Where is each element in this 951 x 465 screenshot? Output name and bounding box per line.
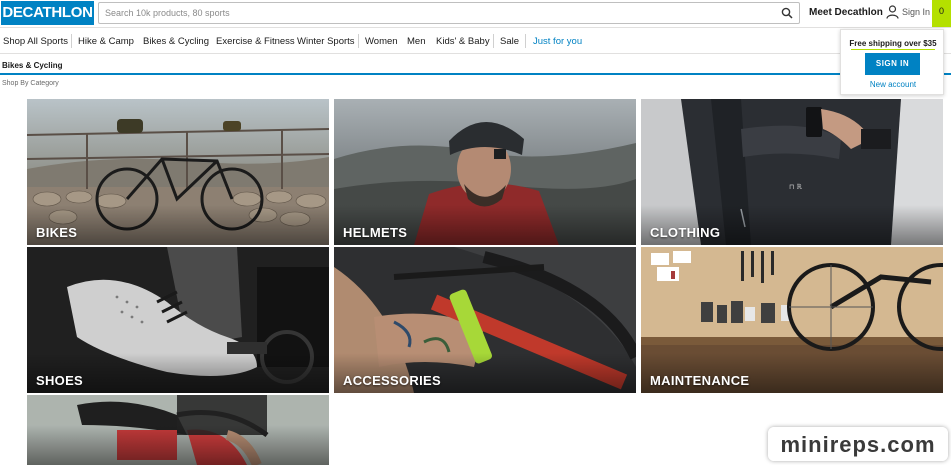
user-icon[interactable] xyxy=(886,5,899,19)
category-tile-partial[interactable] xyxy=(27,395,329,465)
nav-men[interactable]: Men xyxy=(407,36,425,47)
new-account-link[interactable]: New account xyxy=(841,80,945,89)
shipping-underline xyxy=(851,49,935,50)
cart-count-badge: 0 xyxy=(938,6,944,16)
nav-hike-camp[interactable]: Hike & Camp xyxy=(78,36,134,47)
watermark: minireps.com xyxy=(768,427,948,461)
nav-bikes-cycling[interactable]: Bikes & Cycling xyxy=(143,36,209,47)
free-shipping-text: Free shipping over $35 xyxy=(849,39,937,48)
breadcrumb[interactable]: Bikes & Cycling xyxy=(2,61,62,70)
category-label: ACCESSORIES xyxy=(343,373,441,388)
shop-by-category-heading: Shop By Category xyxy=(2,80,59,87)
nav-winter-sports[interactable]: Winter Sports xyxy=(297,36,355,47)
nav-divider xyxy=(71,34,72,48)
nav-kids-baby[interactable]: Kids' & Baby xyxy=(436,36,490,47)
svg-text:⊓ ℝ: ⊓ ℝ xyxy=(789,183,802,191)
cart-button[interactable]: 0 xyxy=(932,0,951,27)
sign-in-link[interactable]: Sign In xyxy=(902,7,930,17)
decathlon-logo[interactable]: DECATHLON xyxy=(1,1,94,25)
category-tile-clothing[interactable]: ⊓ ℝ CLOTHING xyxy=(641,99,943,245)
accessories-photo xyxy=(334,247,636,393)
category-tile-maintenance[interactable]: MAINTENANCE xyxy=(641,247,943,393)
site-header: DECATHLON Meet Decathlon Sign In 0 xyxy=(0,0,951,28)
search-input[interactable] xyxy=(99,3,769,23)
nav-divider xyxy=(493,34,494,48)
category-tile-accessories[interactable]: ACCESSORIES xyxy=(334,247,636,393)
clothing-photo: ⊓ ℝ xyxy=(641,99,943,245)
nav-divider xyxy=(525,34,526,48)
sign-in-button[interactable]: SIGN IN xyxy=(865,53,920,75)
breadcrumb-underline xyxy=(0,73,951,75)
watermark-text: minireps.com xyxy=(780,432,936,457)
maintenance-photo xyxy=(641,247,943,393)
nav-shop-all-sports[interactable]: Shop All Sports xyxy=(3,36,68,47)
partial-category-photo xyxy=(27,395,329,465)
category-tile-helmets[interactable]: HELMETS xyxy=(334,99,636,245)
shoes-photo xyxy=(27,247,329,393)
bikes-photo xyxy=(27,99,329,245)
category-label: SHOES xyxy=(36,373,84,388)
category-label: HELMETS xyxy=(343,225,408,240)
page: DECATHLON Meet Decathlon Sign In 0 Shop … xyxy=(0,0,951,465)
search-icon[interactable] xyxy=(781,7,793,19)
main-navigation: Shop All Sports Hike & Camp Bikes & Cycl… xyxy=(0,28,951,54)
category-label: BIKES xyxy=(36,225,78,240)
account-dropdown: Free shipping over $35 SIGN IN New accou… xyxy=(840,29,944,95)
nav-sale[interactable]: Sale xyxy=(500,36,519,47)
nav-just-for-you[interactable]: Just for you xyxy=(533,36,582,47)
category-tile-bikes[interactable]: BIKES xyxy=(27,99,329,245)
helmets-photo xyxy=(334,99,636,245)
category-label: MAINTENANCE xyxy=(650,373,750,388)
category-tile-shoes[interactable]: SHOES xyxy=(27,247,329,393)
meet-decathlon-link[interactable]: Meet Decathlon xyxy=(809,7,883,18)
category-label: CLOTHING xyxy=(650,225,721,240)
nav-exercise-fitness[interactable]: Exercise & Fitness xyxy=(216,36,295,47)
nav-women[interactable]: Women xyxy=(365,36,398,47)
search-bar[interactable] xyxy=(98,2,800,24)
nav-divider xyxy=(358,34,359,48)
